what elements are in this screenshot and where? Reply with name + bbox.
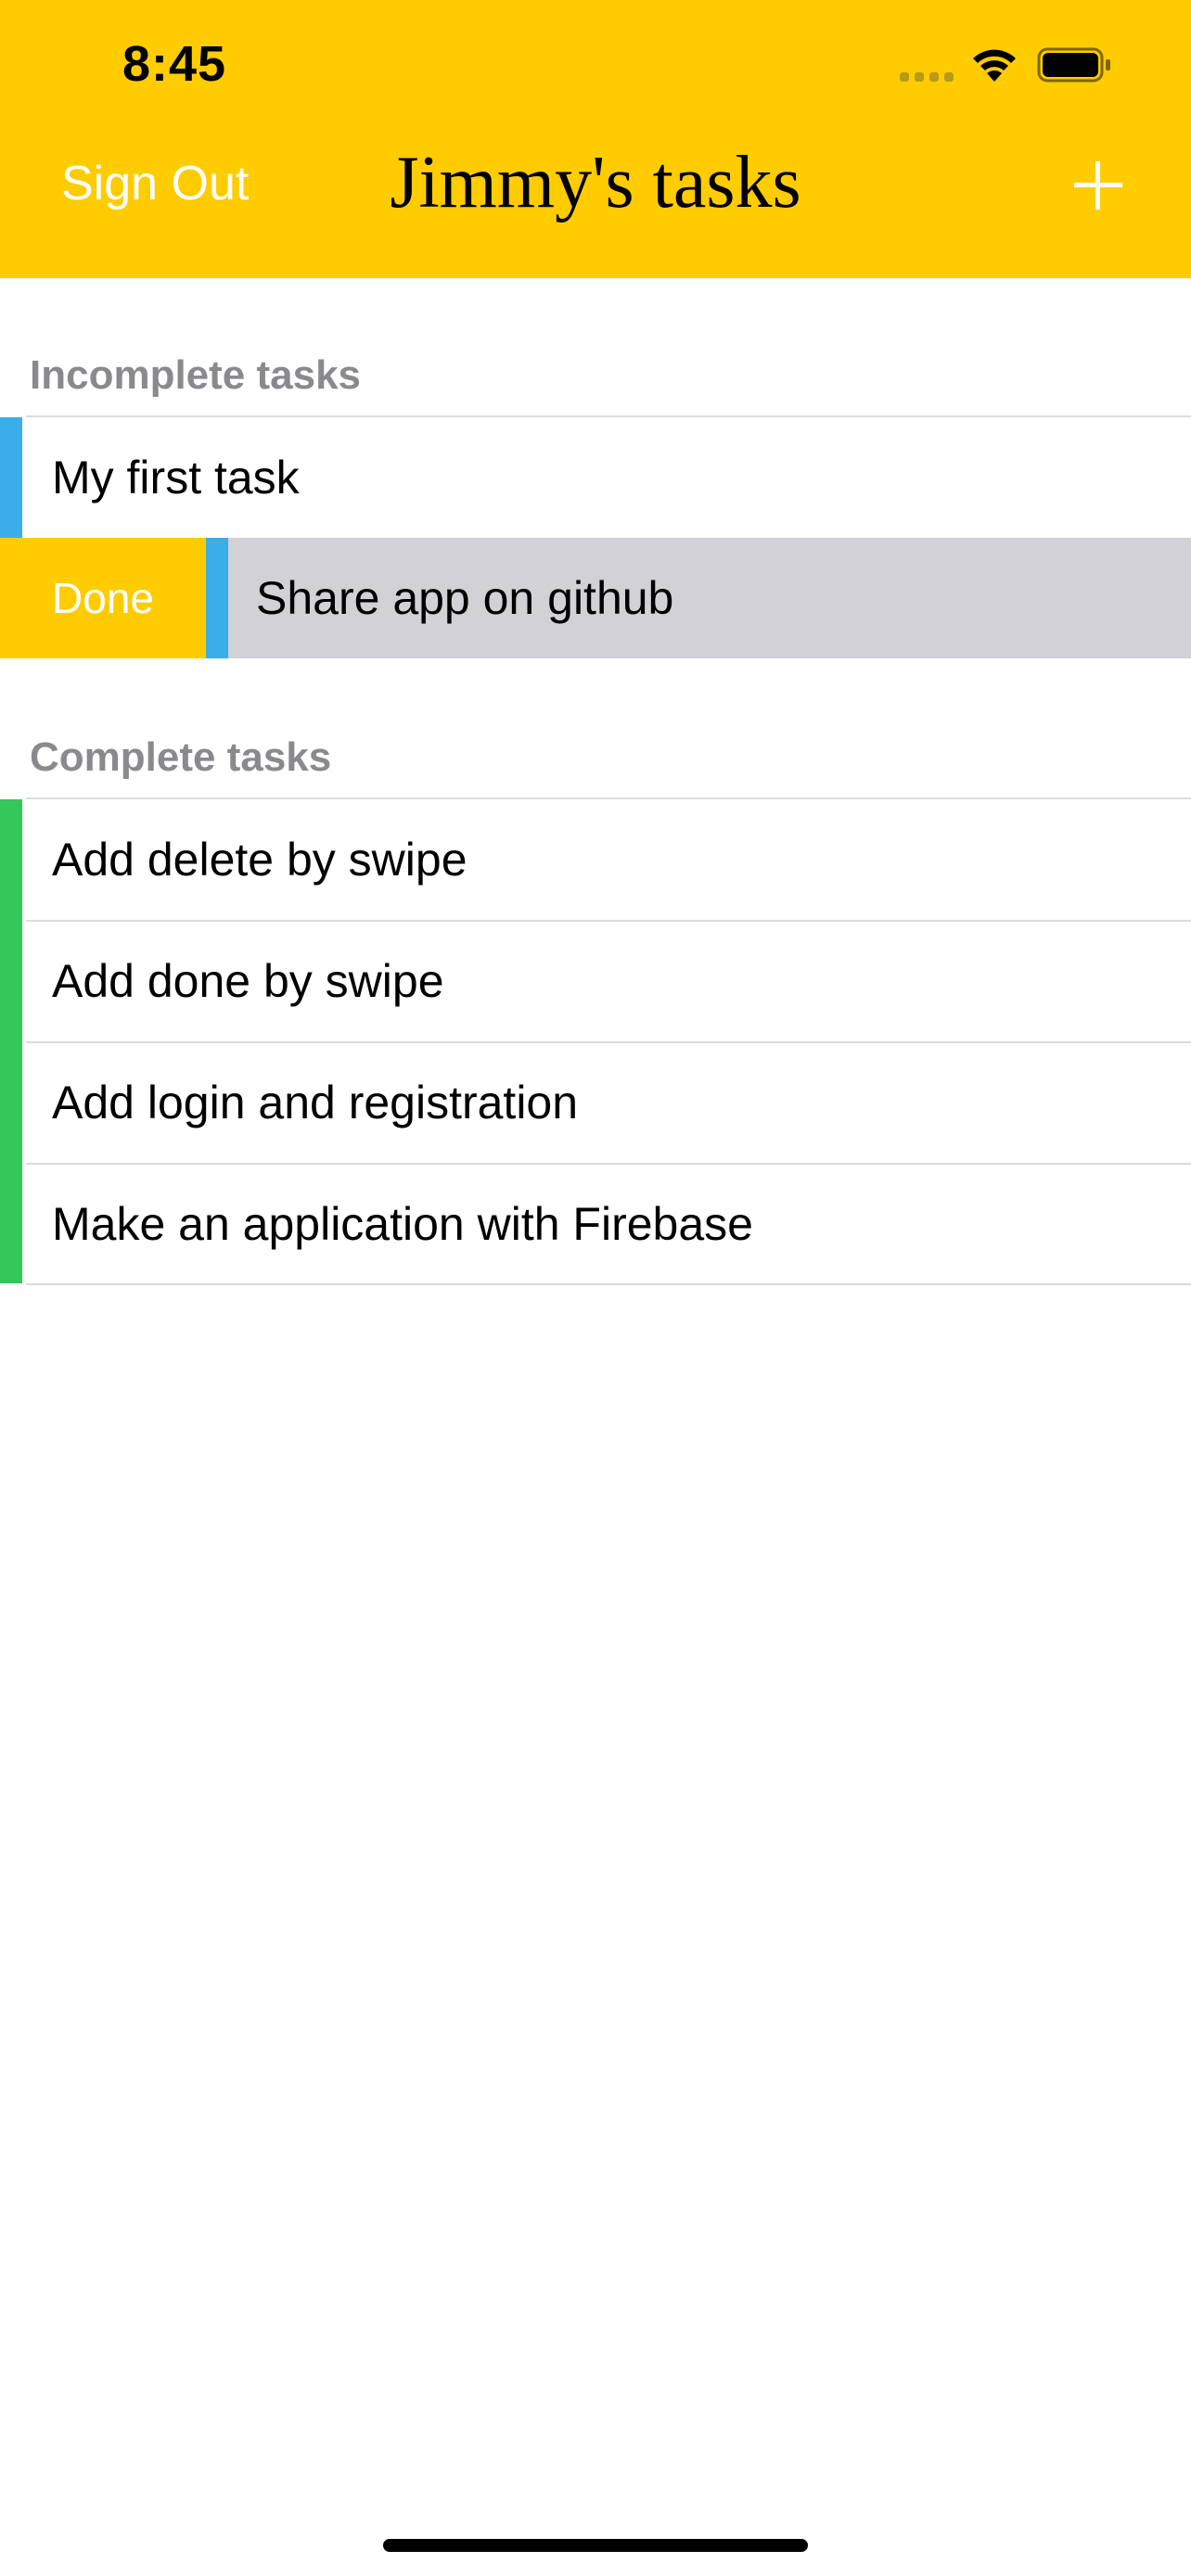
task-label: Add delete by swipe (52, 834, 467, 886)
swiped-task-row[interactable]: Done Share app on github (0, 538, 1191, 658)
task-row[interactable]: Add done by swipe (0, 921, 1191, 1041)
battery-icon (1037, 47, 1110, 83)
task-row[interactable]: Add login and registration (0, 1042, 1191, 1163)
task-label: Add done by swipe (52, 955, 444, 1007)
task-label: Add login and registration (52, 1077, 579, 1129)
task-row[interactable]: My first task (0, 417, 1191, 538)
section-header-complete: Complete tasks (30, 734, 332, 780)
home-indicator[interactable] (383, 2539, 808, 2552)
task-label: Share app on github (256, 572, 674, 624)
incomplete-indicator-bar (206, 538, 228, 658)
swiped-task-cell[interactable]: Share app on github (206, 538, 1191, 658)
plus-icon[interactable] (1070, 158, 1126, 213)
page-title: Jimmy's tasks (390, 142, 801, 223)
divider (26, 1283, 1191, 1285)
task-row[interactable]: Add delete by swipe (0, 799, 1191, 920)
status-time: 8:45 (122, 36, 227, 92)
done-swipe-action[interactable]: Done (0, 538, 206, 658)
incomplete-indicator-bar (0, 417, 22, 538)
task-label: Make an application with Firebase (52, 1198, 753, 1250)
task-row[interactable]: Make an application with Firebase (0, 1164, 1191, 1284)
section-header-incomplete: Incomplete tasks (30, 352, 362, 398)
wifi-icon (973, 49, 1016, 82)
navigation-header: 8:45 Sign Out Jimmy's tasks (0, 0, 1191, 278)
cellular-signal-icon (900, 72, 954, 82)
task-label: My first task (52, 452, 300, 504)
